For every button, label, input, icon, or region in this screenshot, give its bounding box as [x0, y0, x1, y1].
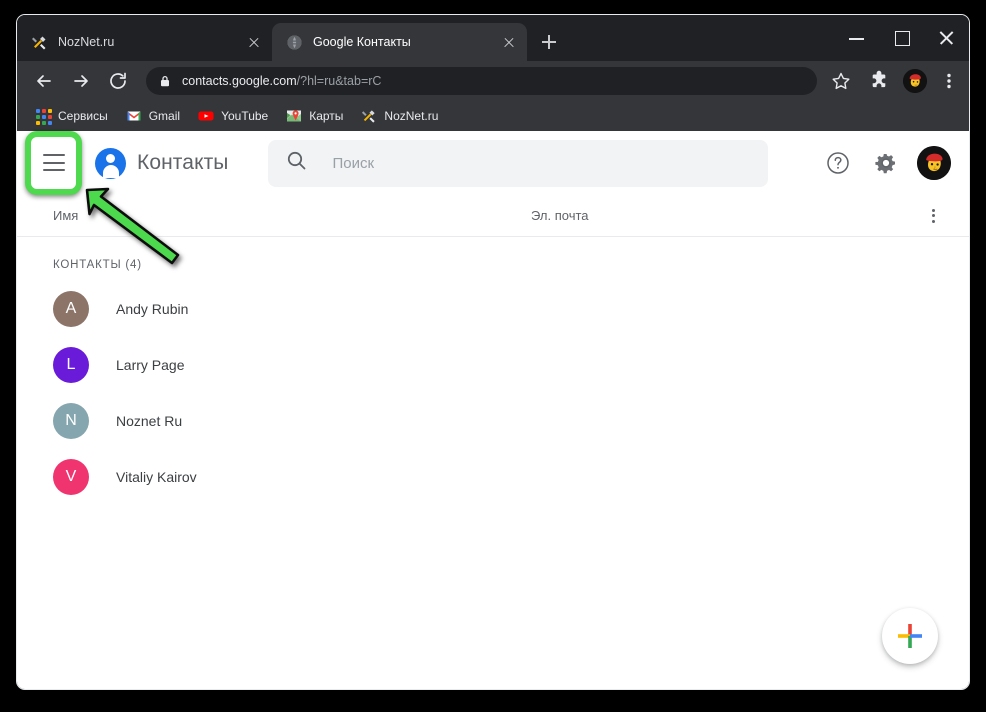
maps-icon	[286, 108, 302, 124]
app-brand: Контакты	[95, 147, 229, 179]
url-path: /?hl=ru&tab=rC	[296, 74, 382, 88]
bookmark-label: NozNet.ru	[384, 109, 439, 123]
contacts-section-label: КОНТАКТЫ (4)	[53, 259, 142, 271]
tab-google-contacts[interactable]: Google Контакты	[272, 23, 527, 61]
table-row[interactable]: N Noznet Ru	[17, 393, 969, 449]
hamburger-menu-icon[interactable]	[42, 154, 65, 157]
bookmark-label: Карты	[309, 109, 344, 123]
extensions-puzzle-icon[interactable]	[865, 67, 893, 95]
header-actions	[821, 146, 951, 180]
user-avatar-icon[interactable]	[917, 146, 951, 180]
bookmark-label: YouTube	[221, 109, 269, 123]
tab-title: Google Контакты	[313, 35, 411, 49]
browser-toolbar: contacts.google.com/?hl=ru&tab=rC	[17, 61, 969, 101]
new-tab-button[interactable]	[535, 28, 563, 56]
lock-icon	[158, 74, 172, 88]
browser-window: NozNet.ru Google Контакты contacts.googl…	[16, 14, 970, 690]
contact-name: Vitaliy Kairov	[116, 469, 197, 485]
apps-grid-icon	[35, 108, 52, 125]
profile-avatar-icon[interactable]	[903, 69, 927, 93]
maximize-button[interactable]	[879, 18, 924, 58]
close-window-button[interactable]	[924, 18, 969, 58]
bookmark-noznet[interactable]: NozNet.ru	[353, 105, 446, 127]
tab-title: NozNet.ru	[58, 35, 115, 49]
table-row[interactable]: A Andy Rubin	[17, 281, 969, 337]
window-controls	[834, 15, 969, 61]
search-placeholder: Поиск	[332, 154, 375, 172]
tab-strip: NozNet.ru Google Контакты	[17, 15, 969, 61]
avatar: V	[53, 459, 89, 495]
gear-icon[interactable]	[869, 146, 903, 180]
help-circle-icon[interactable]	[821, 146, 855, 180]
page-content: Контакты Поиск Имя Эл. почта КОНТАКТЫ (4…	[17, 131, 969, 689]
tab-noznet[interactable]: NozNet.ru	[17, 23, 272, 61]
close-icon[interactable]	[244, 32, 264, 52]
back-icon[interactable]	[29, 66, 59, 96]
chrome-menu-icon[interactable]	[935, 67, 963, 95]
contact-name: Larry Page	[116, 357, 185, 373]
address-bar[interactable]: contacts.google.com/?hl=ru&tab=rC	[146, 67, 817, 95]
list-column-header: Имя Эл. почта	[17, 195, 969, 237]
gmail-icon	[126, 108, 142, 124]
tools-icon	[361, 108, 377, 124]
bookmark-apps[interactable]: Сервисы	[27, 105, 116, 127]
contact-name: Noznet Ru	[116, 413, 183, 429]
close-icon[interactable]	[499, 32, 519, 52]
screenshot-root: NozNet.ru Google Контакты contacts.googl…	[0, 0, 986, 712]
app-header: Контакты Поиск	[17, 131, 969, 195]
youtube-icon	[198, 108, 214, 124]
plus-icon	[898, 624, 922, 648]
url-host: contacts.google.com	[182, 74, 297, 88]
forward-icon[interactable]	[66, 66, 96, 96]
avatar: N	[53, 403, 89, 439]
search-input[interactable]: Поиск	[267, 139, 768, 187]
bookmark-label: Сервисы	[58, 109, 108, 123]
contact-name: Andy Rubin	[116, 301, 189, 317]
globe-icon	[286, 34, 303, 51]
url-text: contacts.google.com/?hl=ru&tab=rC	[182, 74, 381, 88]
minimize-button[interactable]	[834, 18, 879, 58]
table-row[interactable]: L Larry Page	[17, 337, 969, 393]
page-title: Контакты	[137, 151, 229, 174]
contacts-person-icon	[95, 147, 126, 179]
bookmark-star-icon[interactable]	[827, 67, 855, 95]
tools-icon	[31, 34, 48, 51]
more-vertical-icon[interactable]	[921, 204, 945, 228]
bookmark-youtube[interactable]: YouTube	[190, 105, 276, 127]
annotation-highlight-box	[25, 131, 82, 195]
search-icon	[286, 150, 307, 176]
bookmark-gmail[interactable]: Gmail	[118, 105, 188, 127]
table-row[interactable]: V Vitaliy Kairov	[17, 449, 969, 505]
avatar: A	[53, 291, 89, 327]
column-email-label: Эл. почта	[531, 208, 589, 223]
bookmark-maps[interactable]: Карты	[278, 105, 351, 127]
bookmark-label: Gmail	[148, 109, 181, 123]
reload-icon[interactable]	[103, 66, 133, 96]
column-name-label: Имя	[53, 208, 79, 223]
avatar: L	[53, 347, 89, 383]
create-contact-button[interactable]	[882, 608, 938, 664]
bookmarks-bar: Сервисы Gmail YouTube Карты NozNet.ru	[17, 101, 969, 131]
